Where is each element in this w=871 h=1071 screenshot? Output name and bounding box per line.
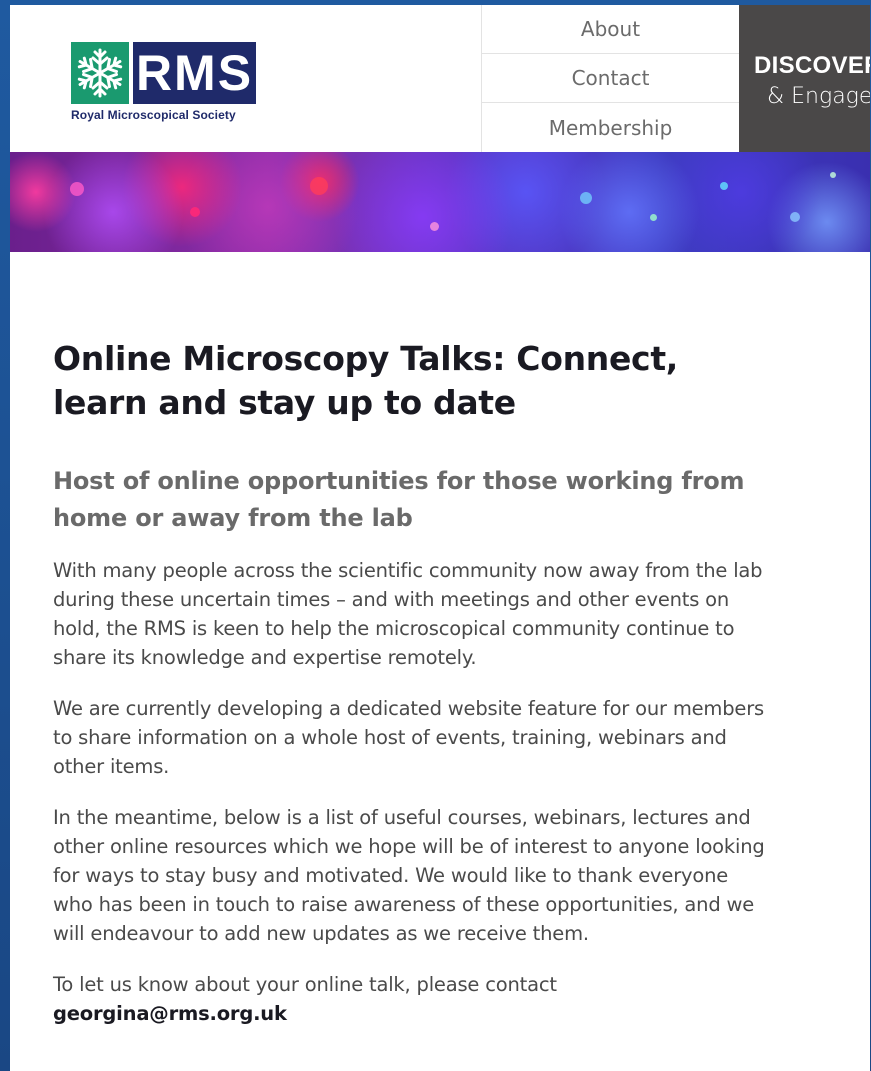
page-subtitle: Host of online opportunities for those w…	[53, 467, 745, 532]
article: Online Microscopy Talks: Connect, learn …	[10, 252, 770, 1028]
nav-item-membership[interactable]: Membership	[482, 103, 739, 152]
logo-mark: RMS	[71, 42, 256, 104]
logo-text: RMS	[133, 42, 256, 104]
contact-email-link[interactable]: georgina@rms.org.uk	[53, 999, 770, 1028]
paragraph: In the meantime, below is a list of usef…	[53, 806, 765, 945]
site-header: RMS Royal Microscopical Society About Co…	[10, 5, 870, 152]
rms-logo[interactable]: RMS Royal Microscopical Society	[71, 42, 256, 128]
discover-panel[interactable]: DISCOVER & Engage	[739, 5, 870, 152]
discover-title: DISCOVER	[754, 52, 870, 79]
page: RMS Royal Microscopical Society About Co…	[10, 5, 870, 1071]
hero-banner-image	[10, 152, 870, 252]
snowflake-icon	[71, 42, 129, 104]
nav-item-contact[interactable]: Contact	[482, 54, 739, 103]
paragraph: With many people across the scientific c…	[53, 559, 763, 669]
logo-caption: Royal Microscopical Society	[71, 108, 236, 122]
nav-item-about[interactable]: About	[482, 5, 739, 54]
contact-paragraph: To let us know about your online talk, p…	[53, 970, 770, 1028]
top-nav: About Contact Membership	[481, 5, 739, 152]
paragraph: We are currently developing a dedicated …	[53, 697, 764, 778]
page-title: Online Microscopy Talks: Connect, learn …	[53, 339, 679, 422]
discover-subtitle: & Engage	[767, 84, 870, 109]
contact-text: To let us know about your online talk, p…	[53, 973, 557, 996]
